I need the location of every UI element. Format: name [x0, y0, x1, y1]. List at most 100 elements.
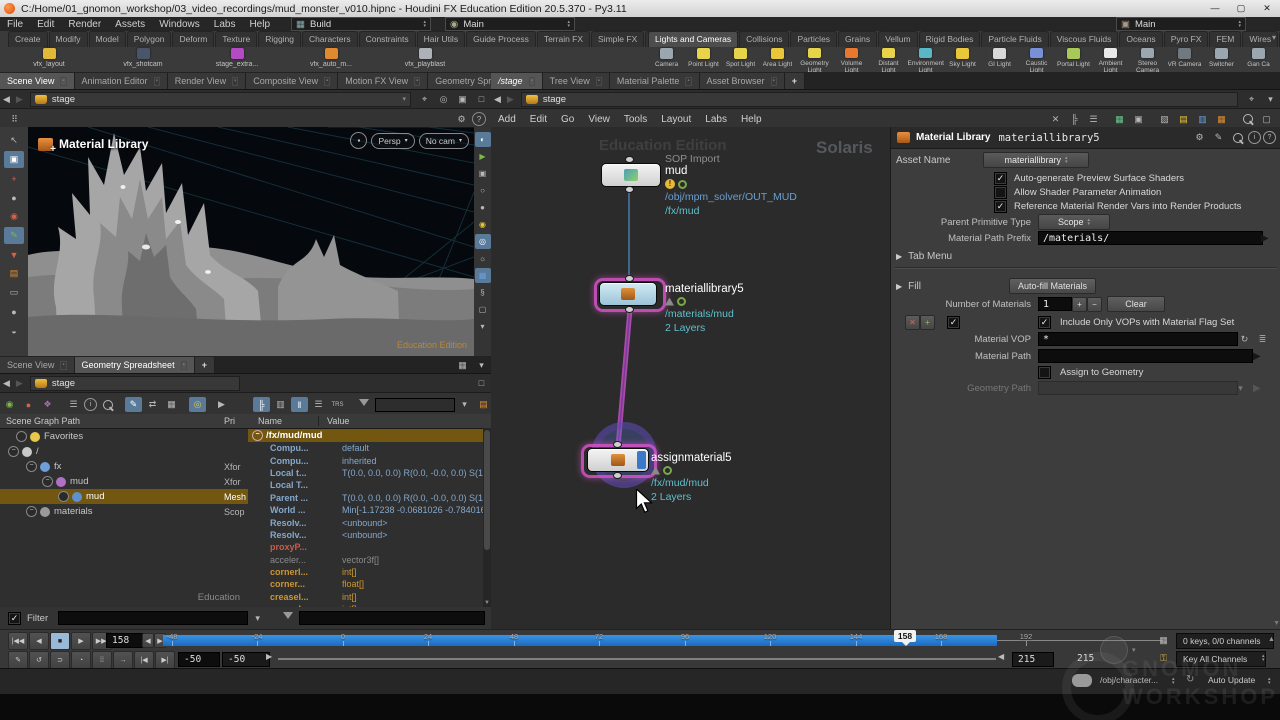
- all-lights-icon[interactable]: ☼: [475, 251, 491, 266]
- shelf-tab[interactable]: Vellum: [878, 31, 918, 47]
- shelf-tab[interactable]: Model: [89, 31, 126, 47]
- shelf-tool[interactable]: vfx_auto_m...: [284, 48, 378, 72]
- snapshot-icon[interactable]: ▦: [163, 397, 180, 412]
- go-to-start-button[interactable]: |◀◀: [8, 632, 28, 650]
- filter-dropdown-icon[interactable]: ▾: [249, 611, 266, 626]
- pane-tab[interactable]: Render View: [168, 73, 247, 89]
- shelf-tool[interactable]: Ambient Light: [1092, 48, 1129, 72]
- network-search-icon[interactable]: [1239, 112, 1256, 127]
- tick-marks-icon[interactable]: ⁞⁞: [92, 651, 112, 669]
- shelf-tool[interactable]: Environment Light: [907, 48, 944, 72]
- sheet-row[interactable]: Parent ... T(0.0, 0.0, 0.0) R(0.0, -0.0,…: [248, 492, 491, 504]
- sheet-row[interactable]: Resolv... <unbound>: [248, 516, 491, 528]
- shelf-tool[interactable]: Distant Light: [870, 48, 907, 72]
- audio-panel-icon[interactable]: →: [113, 651, 133, 669]
- playback-range-start-field[interactable]: -50: [222, 652, 270, 667]
- lock-camera-icon[interactable]: ▣: [475, 166, 491, 181]
- shelf-tab[interactable]: Deform: [172, 31, 214, 47]
- sheet-row[interactable]: Compu... inherited: [248, 454, 491, 466]
- menu-item[interactable]: Edit: [30, 19, 61, 30]
- tree-row[interactable]: − fx Xfor: [0, 459, 248, 474]
- viewer-main-select[interactable]: ◉Main▴▾: [445, 17, 575, 31]
- network-overview-icon[interactable]: ▢: [1258, 112, 1275, 127]
- prefix-menu-arrow-icon[interactable]: ▶: [1261, 233, 1269, 244]
- frame-display-icon[interactable]: ▢: [475, 302, 491, 317]
- shelf-tab[interactable]: Rigging: [258, 31, 301, 47]
- back-icon[interactable]: ◀: [3, 378, 10, 389]
- pane-tab[interactable]: Scene View: [0, 73, 75, 89]
- shelf-tool[interactable]: stage_extra...: [190, 48, 284, 72]
- network-menu-item[interactable]: Add: [491, 114, 523, 125]
- network-path-field[interactable]: stage: [521, 92, 1238, 107]
- shelf-tab[interactable]: Particles: [790, 31, 837, 47]
- network-menu-item[interactable]: Layout: [654, 114, 698, 125]
- tree-view-icon[interactable]: ╠: [253, 397, 270, 412]
- realtime-toggle-icon[interactable]: ◔: [71, 651, 91, 669]
- menu-item[interactable]: Render: [61, 19, 108, 30]
- network-tools-icon[interactable]: ✕: [1047, 112, 1064, 127]
- node-chooser-icon[interactable]: ≣: [1254, 332, 1271, 347]
- display-options-gear-icon[interactable]: ⚙: [453, 112, 470, 127]
- title-bar[interactable]: C:/Home/01_gnomon_workshop/03_video_reco…: [0, 0, 1280, 17]
- node-input-dot[interactable]: [613, 441, 622, 448]
- translate-tool-icon[interactable]: +: [4, 170, 24, 187]
- display-options-more-icon[interactable]: ▾: [475, 319, 491, 334]
- tree-row[interactable]: − /: [0, 444, 248, 459]
- prev-frame-button[interactable]: ◀: [142, 633, 154, 648]
- node-assignmaterial5[interactable]: [587, 448, 649, 472]
- brush-tool-icon[interactable]: ▼: [4, 246, 24, 263]
- key-options-icon[interactable]: ▾: [1132, 646, 1136, 654]
- sheet-row[interactable]: Local T...: [248, 479, 491, 491]
- pause-updates-icon[interactable]: ‖: [291, 397, 308, 412]
- minimize-button[interactable]: —: [1202, 0, 1228, 17]
- snapshot-network-icon[interactable]: ▧: [1156, 112, 1173, 127]
- back-icon[interactable]: ◀: [3, 94, 10, 105]
- pane-tab[interactable]: Scene View: [0, 357, 75, 373]
- graph-path-field[interactable]: stage: [30, 376, 240, 391]
- pane-tab[interactable]: Composite View: [246, 73, 338, 89]
- tree-row[interactable]: − mud Xfor: [0, 474, 248, 489]
- shelf-tab[interactable]: FEM: [1209, 31, 1241, 47]
- range-slider-handle-right[interactable]: ◀: [998, 652, 1004, 661]
- asset-name-select[interactable]: materiallibrary▴▾: [983, 152, 1089, 168]
- allow-anim-checkbox[interactable]: [994, 186, 1007, 199]
- shelf-tool[interactable]: Camera: [648, 48, 685, 72]
- range-slider-handle-left[interactable]: ▶: [266, 652, 272, 661]
- pane-tab[interactable]: Animation Editor: [75, 73, 168, 89]
- forward-icon[interactable]: ▶: [16, 378, 23, 389]
- render-purpose-icon[interactable]: ●: [20, 397, 37, 412]
- link-icon[interactable]: ⇄: [144, 397, 161, 412]
- shelf-tab[interactable]: Hair Utils: [417, 31, 465, 47]
- param-brush-icon[interactable]: ✎: [1210, 130, 1227, 145]
- menu-item[interactable]: Assets: [108, 19, 152, 30]
- reference-checkbox[interactable]: ✓: [994, 200, 1007, 213]
- shelf-tab[interactable]: Characters: [302, 31, 358, 47]
- network-canvas[interactable]: Education Edition Solaris SOP Import mud…: [491, 127, 890, 629]
- material-enable-checkbox[interactable]: ✓: [947, 316, 960, 329]
- projection-select[interactable]: Persp▾: [371, 133, 414, 149]
- motion-path-icon[interactable]: ⊃: [50, 651, 70, 669]
- sheet-filter-funnel-icon[interactable]: [283, 612, 293, 624]
- pin-pane-icon[interactable]: ⌖: [416, 92, 433, 107]
- attribute-filter-input[interactable]: [375, 398, 455, 412]
- shelf-tool[interactable]: Spot Light: [722, 48, 759, 72]
- path-prefix-input[interactable]: /materials/: [1038, 231, 1263, 245]
- node-mud[interactable]: [601, 163, 661, 187]
- node-materiallibrary5[interactable]: [599, 282, 657, 306]
- add-material-button[interactable]: +: [920, 315, 935, 330]
- shelf-tab[interactable]: Modify: [49, 31, 88, 47]
- scene-lights-icon[interactable]: ◎: [475, 234, 491, 249]
- expand-toolbar-icon[interactable]: ▶: [213, 397, 230, 412]
- menu-item[interactable]: Help: [242, 19, 277, 30]
- back-icon[interactable]: ◀: [494, 94, 501, 105]
- param-info-icon[interactable]: i: [1248, 131, 1261, 144]
- material-vop-input[interactable]: *: [1038, 332, 1238, 346]
- current-frame-field[interactable]: 158: [106, 633, 146, 648]
- pane-tab[interactable]: Tree View: [543, 73, 610, 89]
- menu-item[interactable]: Windows: [152, 19, 207, 30]
- camera-view-icon[interactable]: ▦: [475, 268, 491, 283]
- channel-colors-icon[interactable]: ▦: [1155, 633, 1172, 648]
- sheet-row[interactable]: cornerI... int[]: [248, 566, 491, 578]
- hook-display-icon[interactable]: §: [475, 285, 491, 300]
- node-input-dot[interactable]: [625, 156, 634, 163]
